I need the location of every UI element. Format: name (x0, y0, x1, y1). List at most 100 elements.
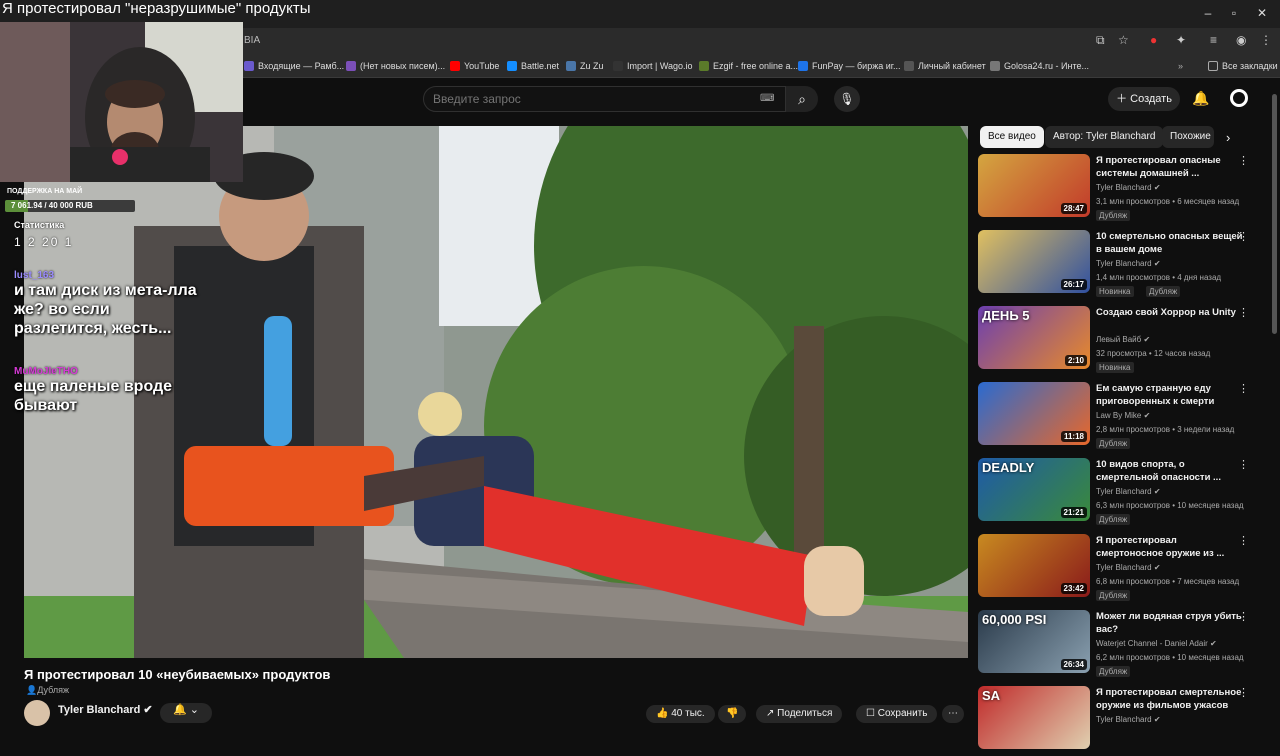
profile-icon[interactable]: ◉ (1236, 33, 1246, 47)
kebab-menu-icon[interactable]: ⋮ (1260, 33, 1272, 47)
recommendation-thumbnail[interactable]: 28:47 (978, 154, 1090, 217)
bookmark-item[interactable]: YouTube (450, 61, 499, 71)
bookmark-favicon-icon (699, 61, 709, 71)
recommendation-title[interactable]: Создаю свой Хоррор на Unity (1096, 306, 1244, 319)
close-icon[interactable]: ✕ (1252, 6, 1272, 20)
recommendation-item[interactable]: 26:17 10 смертельно опасных вещей в вашем… (978, 230, 1268, 300)
bookmark-favicon-icon (507, 61, 517, 71)
verified-icon: ✔ (1153, 183, 1161, 192)
recommendation-channel[interactable]: Law By Mike ✔ (1096, 411, 1150, 420)
keyboard-icon[interactable]: ⌨ (760, 93, 774, 104)
voice-search-button[interactable]: 🎙 (834, 86, 860, 112)
recommendation-channel[interactable]: Tyler Blanchard ✔ (1096, 487, 1161, 496)
kebab-menu-icon[interactable]: ⋮ (1238, 154, 1249, 167)
bookmark-item[interactable]: (Нет новых писем)... (346, 61, 445, 71)
all-bookmarks[interactable]: Все закладки (1208, 61, 1278, 71)
create-button[interactable]: ＋ Создать (1108, 87, 1180, 111)
recommendation-title[interactable]: Ем самую странную еду приговоренных к см… (1096, 382, 1244, 408)
share-button[interactable]: ↗ Поделиться (756, 705, 843, 723)
bookmark-item[interactable]: Import | Wago.io (613, 61, 693, 71)
recommendation-item[interactable]: DEADLY 21:21 10 видов спорта, о смертельно… (978, 458, 1268, 528)
star-icon[interactable]: ☆ (1118, 33, 1129, 47)
scrollbar[interactable] (1272, 94, 1277, 334)
create-label: Создать (1130, 93, 1172, 105)
recommendation-item[interactable]: 23:42 Я протестировал смертоносное оружие… (978, 534, 1268, 604)
search-button[interactable]: ⌕ (786, 86, 818, 112)
bookmark-item[interactable]: Golosa24.ru - Инте... (990, 61, 1089, 71)
bookmark-item[interactable]: FunPay — биржа иг... (798, 61, 900, 71)
recommendation-title[interactable]: 10 смертельно опасных вещей в вашем доме (1096, 230, 1244, 256)
recommendation-channel[interactable]: Waterjet Channel - Daniel Adair ✔ (1096, 639, 1217, 648)
bookmark-favicon-icon (244, 61, 254, 71)
bookmark-favicon-icon (798, 61, 808, 71)
recommendation-thumbnail[interactable]: SA (978, 686, 1090, 749)
kebab-menu-icon[interactable]: ⋮ (1238, 610, 1249, 623)
kebab-menu-icon[interactable]: ⋮ (1238, 458, 1249, 471)
recommendation-channel[interactable]: Tyler Blanchard ✔ (1096, 563, 1161, 572)
subscribe-button[interactable]: 🔔 ⌄ (160, 703, 212, 723)
chevron-right-icon[interactable]: › (1226, 130, 1230, 145)
recommendation-item[interactable]: 28:47 Я протестировал опасные системы дом… (978, 154, 1268, 224)
recommendation-thumbnail[interactable]: 60,000 PSI 26:34 (978, 610, 1090, 673)
recommendation-meta: 32 просмотра • 12 часов назад (1096, 349, 1211, 358)
recommendation-thumbnail[interactable]: DEADLY 21:21 (978, 458, 1090, 521)
verified-icon: ✔ (1153, 563, 1161, 572)
recommendation-title[interactable]: Я протестировал смертельное оружие из фи… (1096, 686, 1244, 712)
chip-related[interactable]: Похожие (1162, 126, 1214, 148)
recommendation-channel[interactable]: Tyler Blanchard ✔ (1096, 259, 1161, 268)
recommendation-meta: 6,8 млн просмотров • 7 месяцев назад (1096, 577, 1240, 586)
recommendation-thumbnail[interactable]: 23:42 (978, 534, 1090, 597)
recommendation-title[interactable]: Может ли водяная струя убить вас? (1096, 610, 1244, 636)
chip-author[interactable]: Автор: Tyler Blanchard (1045, 126, 1164, 148)
cast-icon[interactable]: ⧉ (1096, 33, 1105, 48)
channel-name[interactable]: Tyler Blanchard ✔ (58, 703, 153, 716)
channel-name-text: Tyler Blanchard (58, 704, 141, 716)
maximize-icon[interactable]: ▫ (1224, 6, 1244, 20)
stats-label: Статистика (14, 220, 65, 230)
bookmark-item[interactable]: Battle.net (507, 61, 559, 71)
stream-title: Я протестировал "неразрушимые" продукты (2, 0, 311, 17)
recommendation-item[interactable]: ДЕНЬ 5 2:10 Создаю свой Хоррор на Unity Лев… (978, 306, 1268, 376)
puzzle-icon[interactable]: ✦ (1176, 33, 1186, 47)
kebab-menu-icon[interactable]: ⋮ (1238, 230, 1249, 243)
recommendation-item[interactable]: SA Я протестировал смертельное оружие из … (978, 686, 1268, 756)
recommendation-item[interactable]: 60,000 PSI 26:34 Может ли водяная струя уб… (978, 610, 1268, 680)
recommendation-channel[interactable]: Tyler Blanchard ✔ (1096, 183, 1161, 192)
kebab-menu-icon[interactable]: ⋮ (1238, 534, 1249, 547)
chip-all[interactable]: Все видео (980, 126, 1044, 148)
channel-avatar[interactable] (24, 700, 50, 726)
bell-icon[interactable]: 🔔 (1192, 90, 1209, 107)
more-actions-button[interactable]: ⋯ (942, 705, 964, 723)
recommendation-thumbnail[interactable]: ДЕНЬ 5 2:10 (978, 306, 1090, 369)
bookmark-item[interactable]: Ezgif - free online a... (699, 61, 798, 71)
kebab-menu-icon[interactable]: ⋮ (1238, 686, 1249, 699)
extension-icon[interactable]: ● (1150, 33, 1157, 47)
recommendation-title[interactable]: Я протестировал опасные системы домашней… (1096, 154, 1244, 180)
recommendation-item[interactable]: 11:18 Ем самую странную еду приговоренных… (978, 382, 1268, 452)
media-icon[interactable]: ≡ (1210, 33, 1217, 47)
recommendation-channel[interactable]: Левый Вайб ✔ (1096, 335, 1150, 344)
recommendation-title[interactable]: Я протестировал смертоносное оружие из .… (1096, 534, 1244, 560)
recommendation-thumbnail[interactable]: 11:18 (978, 382, 1090, 445)
bookmark-item[interactable]: Личный кабинет (904, 61, 986, 71)
minimize-icon[interactable]: – (1198, 6, 1218, 20)
recommendation-thumbnail[interactable]: 26:17 (978, 230, 1090, 293)
bookmark-label: YouTube (464, 61, 500, 71)
dislike-button[interactable]: 👎 (718, 705, 747, 723)
recommendation-title[interactable]: 10 видов спорта, о смертельной опасности… (1096, 458, 1244, 484)
folder-icon (1208, 61, 1218, 71)
kebab-menu-icon[interactable]: ⋮ (1238, 306, 1249, 319)
recommendation-meta: 2,8 млн просмотров • 3 недели назад (1096, 425, 1235, 434)
search-input[interactable] (433, 92, 733, 106)
bookmark-item[interactable]: Zu Zu (566, 61, 604, 71)
bookmarks-more-icon[interactable]: » (1178, 61, 1183, 71)
donation-label: ПОДДЕРЖКА НА МАЙ (7, 188, 83, 195)
kebab-menu-icon[interactable]: ⋮ (1238, 382, 1249, 395)
save-button[interactable]: ☐ Сохранить (856, 705, 938, 723)
account-avatar[interactable] (1230, 89, 1248, 107)
like-button[interactable]: 👍 40 тыс. (646, 705, 715, 723)
save-label: Сохранить (877, 708, 928, 719)
bookmark-item[interactable]: Входящие — Рамб... (244, 61, 344, 71)
chat-username: lust_163 (14, 270, 55, 281)
url-text[interactable]: BIA (244, 35, 260, 46)
